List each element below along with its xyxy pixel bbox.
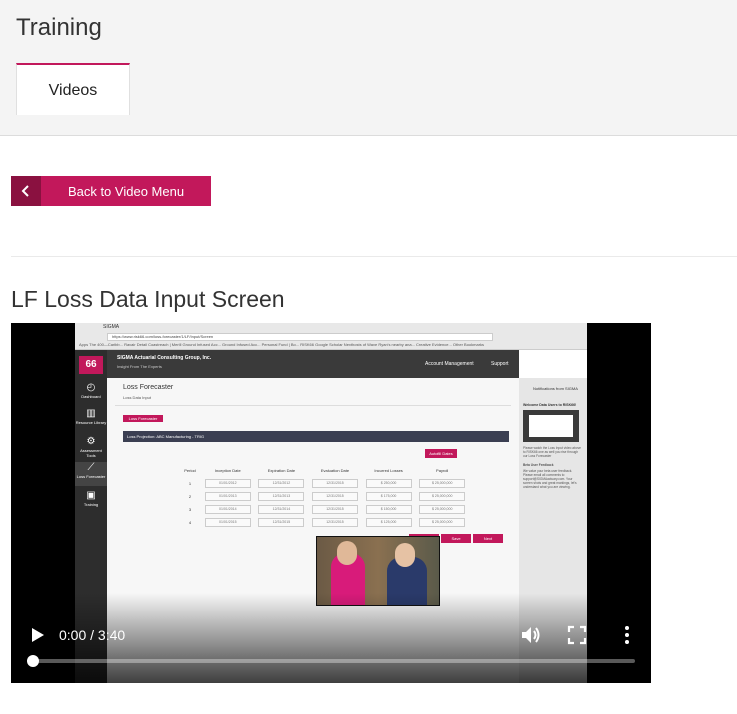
back-to-video-menu-button[interactable]: Back to Video Menu	[11, 176, 211, 206]
table-cell: $ 125,000	[365, 518, 412, 527]
browser-tab-label: SIGMA	[103, 324, 120, 330]
feedback-text: We value your beta user feedback. Please…	[523, 469, 577, 489]
browser-url: https://www.risk66.com/loss-forecaster/1…	[107, 333, 493, 341]
column-header: Evaluation Date	[320, 468, 350, 473]
table-cell: 12/31/2015	[311, 479, 358, 488]
table-cell: 12/31/2013	[258, 492, 305, 501]
table-cell: $ 25,000,000	[419, 492, 466, 501]
autofill-dates-button: Autofill Dates	[425, 449, 457, 458]
divider	[11, 256, 737, 257]
table-row: 4 01/01/2015 12/31/2015 12/31/2015 $ 125…	[179, 516, 469, 529]
sidebar-item-loss-forecaster: ⟋ Loss Forecaster	[75, 462, 107, 486]
table-cell: $ 250,000	[365, 479, 412, 488]
notification-thumbnail-screen	[529, 415, 573, 437]
table-row: 2 01/01/2013 12/31/2013 12/31/2015 $ 175…	[179, 490, 469, 503]
chart-icon: ⟋	[87, 462, 95, 473]
gear-icon: ⚙	[86, 436, 96, 447]
table-cell: 4	[188, 520, 192, 525]
app-page-title: Loss Forecaster	[123, 384, 174, 391]
browser-bookmarks: Apps The 400—Caribb... Ravair Detail Coa…	[79, 342, 485, 347]
sidebar-item-label: Dashboard	[81, 394, 101, 399]
presenter-left-head	[337, 541, 357, 565]
tab-videos[interactable]: Videos	[16, 63, 130, 115]
presenter-right-head	[395, 543, 415, 567]
table-cell: 12/31/2015	[311, 505, 358, 514]
frame-save-button: Save	[441, 534, 471, 543]
welcome-title: Welcome Data Users to RISK66!	[523, 403, 577, 407]
app-logo: 66	[79, 356, 103, 374]
table-cell: $ 150,000	[365, 505, 412, 514]
table-cell: 12/31/2015	[311, 518, 358, 527]
table-cell: $ 25,000,000	[419, 505, 466, 514]
sidebar-item-label: Resource Library	[75, 420, 107, 425]
play-icon[interactable]	[27, 625, 47, 645]
table-cell: $ 25,000,000	[419, 479, 466, 488]
projection-bar: Loss Projection: ABC Manufacturing - TRI…	[123, 431, 509, 442]
support-link: Support	[491, 361, 509, 367]
sidebar-item-label: Training	[83, 502, 99, 507]
volume-icon[interactable]	[519, 623, 543, 647]
table-cell: 12/31/2012	[258, 479, 305, 488]
back-button-label: Back to Video Menu	[67, 183, 185, 199]
app-page-subtitle: Loss Data Input	[123, 395, 152, 400]
table-cell: 3	[188, 507, 192, 512]
column-header: Payroll	[436, 468, 449, 473]
loss-data-table: Period Inception Date Expiration Date Ev…	[179, 464, 469, 529]
feedback-title: Beta User Feedback	[523, 463, 554, 467]
loss-forecaster-button: Loss Forecaster	[123, 415, 163, 422]
sidebar-item-resource-library: ▥ Resource Library	[75, 408, 107, 425]
org-tagline: Insight From The Experts	[117, 364, 162, 369]
column-header: Period	[184, 468, 196, 473]
column-header: Expiration Date	[267, 468, 296, 473]
progress-knob[interactable]	[27, 655, 39, 667]
table-cell: 01/01/2015	[204, 518, 251, 527]
video-player[interactable]: SIGMA https://www.risk66.com/loss-foreca…	[11, 323, 651, 683]
table-cell: $ 25,000,000	[419, 518, 466, 527]
sidebar-item-dashboard: ◴ Dashboard	[75, 382, 107, 399]
table-cell: 01/01/2014	[204, 505, 251, 514]
table-header: Period Inception Date Expiration Date Ev…	[179, 464, 469, 477]
sidebar-item-label: Assessment Tools	[80, 448, 102, 458]
table-row: 1 01/01/2012 12/31/2012 12/31/2015 $ 250…	[179, 477, 469, 490]
table-cell: 12/31/2015	[258, 518, 305, 527]
table-cell: 01/01/2012	[204, 479, 251, 488]
column-header: Inception Date	[214, 468, 241, 473]
sidebar-item-label: Loss Forecaster	[76, 474, 106, 479]
chevron-left-icon	[11, 176, 41, 206]
fullscreen-icon[interactable]	[567, 625, 587, 645]
table-cell: 1	[188, 481, 192, 486]
video-title: LF Loss Data Input Screen	[11, 286, 285, 312]
video-time: 0:00 / 3:40	[59, 627, 126, 643]
notification-text: Please watch the Loss Input video above …	[523, 446, 581, 458]
progress-bar[interactable]	[31, 659, 635, 663]
more-icon[interactable]	[617, 625, 637, 645]
app-header: SIGMA Actuarial Consulting Group, Inc. I…	[107, 350, 519, 378]
header-bar: Training Videos	[0, 0, 737, 136]
page-title: Training	[16, 14, 102, 41]
table-cell: 2	[188, 494, 192, 499]
sidebar-item-training: ▣ Training	[75, 490, 107, 507]
training-icon: ▣	[86, 490, 96, 501]
notifications-title: Notifications from SIGMA	[533, 386, 578, 391]
table-cell: 12/31/2014	[258, 505, 305, 514]
divider	[115, 405, 511, 406]
clock-icon: ◴	[86, 382, 96, 393]
table-cell: $ 175,000	[365, 492, 412, 501]
column-header: Incurred Losses	[374, 468, 403, 473]
browser-chrome: SIGMA https://www.risk66.com/loss-foreca…	[75, 323, 587, 350]
table-cell: 12/31/2015	[311, 492, 358, 501]
table-cell: 01/01/2013	[204, 492, 251, 501]
library-icon: ▥	[86, 408, 96, 419]
table-row: 3 01/01/2014 12/31/2014 12/31/2015 $ 150…	[179, 503, 469, 516]
sidebar-item-assessment-tools: ⚙ Assessment Tools	[75, 436, 107, 458]
frame-next-button: Next	[473, 534, 503, 543]
org-name: SIGMA Actuarial Consulting Group, Inc.	[117, 355, 212, 361]
account-management-link: Account Management	[425, 361, 474, 367]
